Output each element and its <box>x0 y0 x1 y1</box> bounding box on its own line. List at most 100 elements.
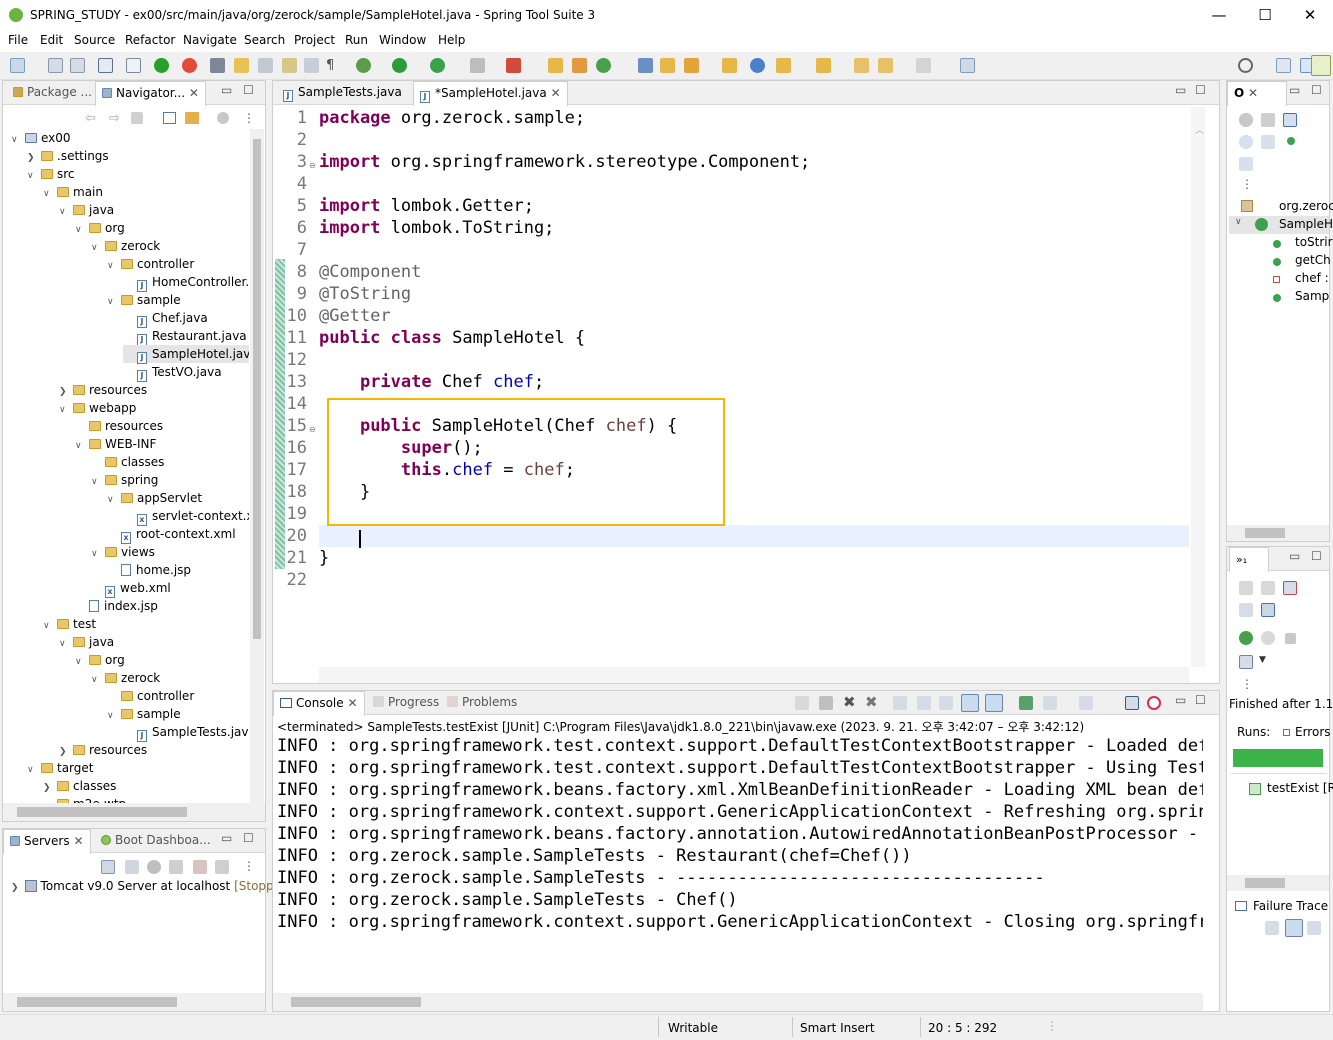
collapse-icon[interactable]: ∨ <box>107 491 117 509</box>
tree-item[interactable]: x root-context.xml <box>107 525 236 544</box>
open-folder-icon[interactable] <box>660 58 675 73</box>
collapse-icon[interactable]: ∨ <box>75 221 85 239</box>
search-icon[interactable] <box>1238 58 1253 73</box>
tree-item[interactable]: ∨ webapp <box>59 399 136 417</box>
scroll-up-icon[interactable]: ︿ <box>1195 123 1204 136</box>
close-tab-icon[interactable]: ✕ <box>1248 86 1258 100</box>
tab-console[interactable]: Console ✕ <box>273 691 365 716</box>
collapse-all-icon[interactable] <box>163 112 176 124</box>
collapse-icon[interactable]: ∨ <box>59 401 69 419</box>
tree-item[interactable]: ∨ src <box>27 165 75 183</box>
tab-junit[interactable]: »₁ <box>1229 547 1269 572</box>
prev-failure-icon[interactable] <box>1261 581 1275 595</box>
minimize-button[interactable]: — <box>1196 4 1242 28</box>
tree-item[interactable]: ∨ java <box>59 201 114 219</box>
forward-nav-icon[interactable]: ⇨ <box>109 111 120 126</box>
editor-hscrollbar[interactable] <box>319 667 1189 683</box>
tree-item[interactable]: ∨ spring <box>91 471 158 489</box>
tree-item[interactable]: x web.xml <box>91 579 171 598</box>
hide-static-icon[interactable] <box>1239 135 1253 149</box>
code-line[interactable]: @Getter <box>319 305 391 327</box>
clear-console-icon[interactable] <box>893 696 907 710</box>
spring-boot-icon[interactable] <box>154 58 169 73</box>
close-tab-icon[interactable]: ✕ <box>347 696 357 710</box>
test-result-item[interactable]: testExist [R <box>1267 781 1333 795</box>
close-tab-icon[interactable]: ✕ <box>189 86 199 100</box>
server-row[interactable]: ❯ Tomcat v9.0 Server at localhost [Stoppe <box>11 879 281 893</box>
tab-progress[interactable]: Progress <box>367 691 445 715</box>
tab-boot-dashboard[interactable]: Boot Dashboa... <box>95 829 217 853</box>
link-editor-icon[interactable] <box>185 112 199 124</box>
collapse-icon[interactable]: ∨ <box>59 635 69 653</box>
save-all-icon[interactable] <box>70 58 85 73</box>
profile-server-icon[interactable] <box>169 860 183 874</box>
fold-import-icon[interactable]: ⊖ <box>309 161 316 170</box>
console-hscroll-thumb[interactable] <box>291 997 421 1007</box>
tree-item[interactable]: J TestVO.java <box>123 363 222 382</box>
highlight-icon[interactable] <box>234 58 249 73</box>
maximize-view-icon[interactable]: ☐ <box>1195 693 1206 707</box>
tree-item[interactable]: J Restaurant.java <box>123 327 247 346</box>
code-line[interactable]: import lombok.Getter; <box>319 195 534 217</box>
collapse-icon[interactable]: ∨ <box>27 761 37 779</box>
build-icon[interactable] <box>210 58 225 73</box>
tree-item[interactable]: ∨ WEB-INF <box>75 435 156 453</box>
minimize-view-icon[interactable]: ▭ <box>221 831 232 845</box>
collapse-class-icon[interactable]: ∨ <box>1235 217 1242 227</box>
close-button[interactable]: ✕ <box>1287 4 1333 28</box>
stop-test-icon[interactable] <box>1285 633 1296 644</box>
tree-item[interactable]: x servlet-context.xı <box>123 507 249 526</box>
start-server-icon[interactable] <box>147 860 161 874</box>
outline-field-chef[interactable]: chef : <box>1295 271 1329 285</box>
new-package-icon[interactable] <box>596 58 611 73</box>
view-menu-icon[interactable]: ⋮ <box>243 859 255 873</box>
new-icon[interactable] <box>10 58 25 73</box>
maximize-view-icon[interactable]: ☐ <box>1311 83 1322 97</box>
outline-constructor[interactable]: Samp <box>1295 289 1329 303</box>
copy-trace-icon[interactable] <box>1307 921 1321 935</box>
tree-item[interactable]: ∨ test <box>43 615 96 633</box>
publish-icon[interactable] <box>215 860 229 874</box>
hide-nonpublic-icon[interactable] <box>1261 135 1275 149</box>
servers-hscrollbar[interactable] <box>3 993 265 1011</box>
scroll-lock-icon[interactable] <box>917 696 931 710</box>
maximize-button[interactable]: ☐ <box>1242 4 1288 28</box>
debug-icon[interactable] <box>356 58 371 73</box>
block-icon[interactable] <box>304 58 319 73</box>
junit-hscrollbar[interactable] <box>1227 875 1329 891</box>
close-tab-icon[interactable]: ✕ <box>551 86 561 100</box>
filters-icon[interactable] <box>217 112 229 124</box>
tree-item[interactable]: J Chef.java <box>123 309 208 328</box>
tab-samplehotel[interactable]: J *SampleHotel.java ✕ <box>413 81 568 106</box>
refresh-icon[interactable] <box>182 58 197 73</box>
explorer-hscrollbar[interactable] <box>3 803 265 821</box>
console-icon[interactable] <box>98 58 113 73</box>
tree-item[interactable]: home.jsp <box>107 561 191 579</box>
show-on-stdout-icon[interactable] <box>961 694 979 712</box>
remove-launch-icon[interactable]: ✖ <box>843 693 856 711</box>
tab-servers[interactable]: Servers ✕ <box>3 829 91 854</box>
spring-perspective-icon[interactable] <box>1311 55 1331 76</box>
console-hscrollbar[interactable] <box>273 993 1203 1011</box>
external-tools-icon[interactable] <box>506 58 521 73</box>
tree-item[interactable]: ∨ java <box>59 633 114 651</box>
maximize-view-icon[interactable]: ☐ <box>243 83 254 97</box>
hide-fields-icon[interactable] <box>1261 113 1275 127</box>
word-wrap-icon[interactable] <box>939 696 953 710</box>
prev-annotation-icon[interactable] <box>816 58 831 73</box>
tree-item[interactable]: J HomeController. <box>123 273 249 292</box>
back-nav-icon[interactable]: ⇦ <box>85 111 96 126</box>
task-icon[interactable] <box>638 58 653 73</box>
junit-hscroll-thumb[interactable] <box>1245 878 1285 888</box>
tab-problems[interactable]: Problems <box>441 691 523 715</box>
code-line[interactable]: public class SampleHotel { <box>319 327 585 349</box>
collapse-icon[interactable]: ∨ <box>75 437 85 455</box>
tree-item[interactable]: J SampleTests.java <box>123 723 249 742</box>
console-output[interactable]: INFO : org.springframework.test.context.… <box>273 735 1203 991</box>
minimize-view-icon[interactable]: ▭ <box>1289 83 1300 97</box>
tree-item[interactable]: controller <box>107 687 194 705</box>
outline-hscroll-thumb[interactable] <box>1245 528 1285 538</box>
collapse-icon[interactable]: ∨ <box>59 203 69 221</box>
tree-item[interactable]: J SampleHotel.java <box>123 345 249 364</box>
minimize-view-icon[interactable]: ▭ <box>1289 549 1300 563</box>
